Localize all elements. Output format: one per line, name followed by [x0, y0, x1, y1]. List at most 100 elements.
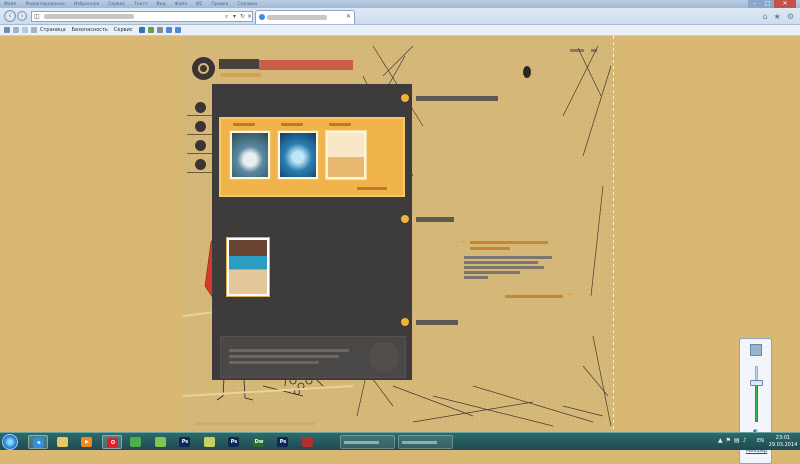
taskbar-app-5[interactable] — [126, 435, 146, 449]
taskbar-app-2[interactable] — [53, 435, 73, 449]
toolbar-addon-icon[interactable] — [147, 27, 154, 33]
media-player-glyph: ▶ — [85, 439, 89, 445]
contact-emblem-icon[interactable] — [369, 342, 399, 372]
command-safety[interactable]: Безопасность — [72, 27, 108, 33]
menu-item-file[interactable]: Файл — [4, 2, 16, 7]
clock-time[interactable]: 23:01 — [768, 435, 798, 441]
taskbar-app-10[interactable]: Dw — [249, 435, 269, 449]
news-headline-link-2[interactable] — [470, 247, 510, 250]
news-text-line — [464, 256, 552, 259]
news-photo-image — [229, 240, 267, 294]
logo-mark — [198, 63, 209, 74]
taskbar-app-8[interactable] — [200, 435, 220, 449]
menu-item-favorites[interactable]: Избранное — [74, 2, 100, 7]
thumb-caption — [281, 123, 303, 126]
dropdown-icon[interactable]: ▾ — [233, 13, 236, 20]
close-button[interactable]: ✕ — [774, 0, 796, 8]
menu-item-edit[interactable]: Редактирование — [25, 2, 64, 7]
dreamweaver-glyph: Dw — [254, 439, 264, 445]
gallery-thumb-2[interactable] — [277, 130, 319, 180]
start-button[interactable] — [2, 434, 18, 450]
nav-home-icon — [195, 102, 206, 113]
menu-item-edit-2[interactable]: Правка — [211, 2, 228, 7]
contact-text-line — [229, 355, 339, 358]
command-page[interactable]: Страница — [40, 27, 66, 33]
menu-item-text[interactable]: Текст — [134, 2, 147, 7]
taskbar-app-7[interactable]: Ps — [175, 435, 195, 449]
toolbar-print-icon[interactable] — [31, 27, 37, 33]
menu-item-file-2[interactable]: Файл — [175, 2, 187, 7]
settings-gear-icon[interactable]: ⚙ — [787, 12, 794, 21]
task-window-2[interactable] — [398, 435, 453, 449]
menu-item-help[interactable]: Справка — [237, 2, 257, 7]
close-tab-icon[interactable]: ✕ — [346, 13, 351, 20]
action-center-icon[interactable]: ⚑ — [726, 437, 731, 444]
news-text-line — [464, 276, 488, 279]
boat-image — [328, 133, 364, 177]
minimize-button[interactable]: – — [748, 0, 761, 8]
site-edge-line — [613, 36, 614, 432]
photoshop-3-glyph: Ps — [279, 439, 287, 445]
browser-tools: ⌂ ★ ⚙ — [763, 12, 794, 21]
back-button[interactable]: ‹ — [4, 10, 16, 22]
toolbar-ie-icon[interactable] — [4, 27, 10, 33]
search-icon[interactable]: ⌕ — [225, 13, 228, 21]
toolbar-help-icon[interactable] — [138, 27, 145, 33]
tab-favicon-icon — [259, 14, 265, 20]
home-icon[interactable]: ⌂ — [763, 12, 768, 21]
forward-button[interactable]: › — [17, 11, 27, 21]
page-viewport: ► ► 🔊︎ Микшер — [0, 36, 800, 464]
logo-tagline — [221, 73, 261, 77]
maximize-button[interactable]: □ — [761, 0, 774, 8]
taskbar-app-4[interactable]: O — [102, 435, 122, 449]
network-icon[interactable]: ▤ — [734, 437, 740, 444]
refresh-icon[interactable]: ↻ — [240, 13, 245, 20]
taskbar-app-9[interactable]: Ps — [224, 435, 244, 449]
toolbar-feed-icon[interactable] — [22, 27, 28, 33]
news-section-icon — [399, 213, 411, 225]
gallery-more-link[interactable] — [357, 187, 387, 190]
show-hidden-icon[interactable]: ▲ — [718, 437, 723, 444]
arrow-right-icon[interactable]: ► — [568, 292, 572, 298]
toolbar-addon-3-icon[interactable] — [165, 27, 172, 33]
menu-item-view[interactable]: Вид — [156, 2, 165, 7]
opera-glyph: O — [110, 440, 116, 446]
gallery — [219, 117, 405, 197]
favorites-star-icon[interactable]: ★ — [774, 12, 781, 21]
stop-icon[interactable]: × — [247, 13, 252, 20]
clock-date[interactable]: 29.03.2014 — [766, 442, 800, 448]
gallery-thumb-3[interactable] — [325, 130, 367, 180]
taskbar-app-1[interactable]: e — [28, 435, 48, 449]
contact-section-title — [416, 320, 458, 325]
contact-text-line — [229, 361, 319, 364]
news-more-link[interactable] — [505, 295, 563, 298]
taskbar-app-3[interactable]: ▶ — [77, 435, 97, 449]
language-indicator[interactable]: EN — [757, 438, 764, 444]
news-section-title — [416, 217, 454, 222]
toolbar-home-icon[interactable] — [13, 27, 19, 33]
ie-glyph: e — [37, 440, 41, 446]
command-tools[interactable]: Сервис — [114, 27, 133, 33]
news-photo[interactable] — [226, 237, 270, 297]
command-bar: Страница Безопасность Сервис — [0, 25, 800, 36]
taskbar-app-12[interactable] — [298, 435, 318, 449]
browser-tab[interactable]: ✕ — [255, 10, 355, 24]
news-text-line — [464, 261, 538, 264]
gallery-thumb-1[interactable] — [229, 130, 271, 180]
taskbar-app-11[interactable]: Ps — [273, 435, 293, 449]
news-text-line — [464, 266, 544, 269]
volume-icon[interactable]: ♪ — [743, 437, 747, 444]
thumb-caption — [233, 123, 255, 126]
volume-slider-thumb[interactable] — [750, 380, 763, 386]
toolbar-addon-2-icon[interactable] — [156, 27, 163, 33]
vase-icon — [523, 66, 531, 78]
news-headline-link[interactable] — [470, 241, 548, 244]
menu-item-service[interactable]: Сервис — [108, 2, 125, 7]
taskbar-app-6[interactable] — [151, 435, 171, 449]
address-bar[interactable]: ◫ ⌕ ▾ ↻ × — [31, 11, 253, 22]
toolbar-addon-4-icon[interactable] — [174, 27, 181, 33]
task-window-1[interactable] — [340, 435, 395, 449]
logo-wordmark-dark — [219, 59, 259, 69]
menu-item-ie[interactable]: ИЕ — [196, 2, 202, 7]
speaker-device-icon[interactable] — [750, 344, 762, 356]
